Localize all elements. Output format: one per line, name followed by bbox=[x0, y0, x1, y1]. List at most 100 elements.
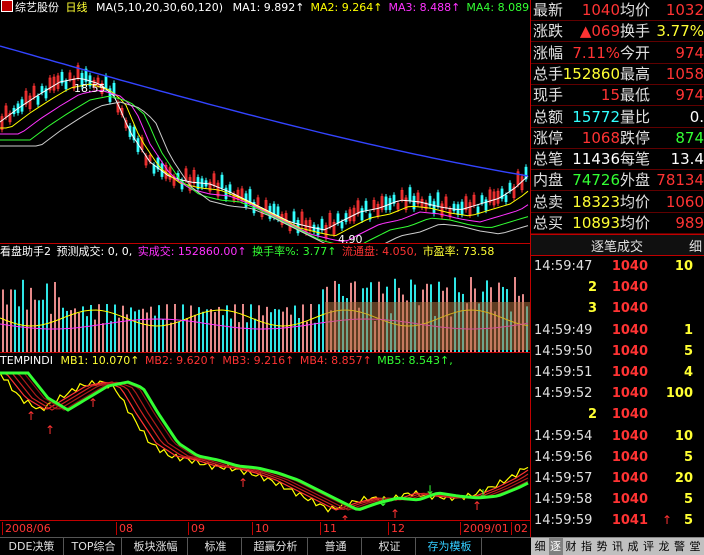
period-label[interactable]: 日线 bbox=[66, 1, 88, 14]
trade-time: 14:59:47 bbox=[534, 259, 593, 274]
ma-legend-item: MA1: 9.892↑ bbox=[232, 1, 305, 14]
date-tick-label: 08 bbox=[116, 522, 133, 535]
up-arrow-icon: ↑ bbox=[440, 354, 450, 367]
ma-line bbox=[0, 101, 529, 243]
trade-volume: 10 bbox=[674, 428, 693, 444]
volume-bar bbox=[94, 319, 96, 352]
quote-label: 量比 bbox=[620, 107, 651, 126]
bottom-tab[interactable]: 超赢分析 bbox=[244, 538, 308, 555]
trade-row[interactable]: 14:59:50 1040 5 bbox=[531, 341, 704, 362]
panel-tool-button[interactable]: 成 bbox=[626, 538, 640, 555]
quote-row: 总笔 11436 每笔 13.4 bbox=[531, 149, 704, 171]
trade-volume: 5 bbox=[683, 449, 693, 465]
volume-bar bbox=[26, 309, 28, 352]
trade-row[interactable]: 14:59:59 1041 ↑ 5 bbox=[531, 510, 704, 531]
quote-value: 1068 bbox=[581, 128, 620, 147]
panel-tool-button[interactable]: 堂 bbox=[688, 538, 702, 555]
price-pane[interactable] bbox=[0, 16, 531, 243]
trade-price: 1040 bbox=[611, 365, 648, 380]
volume-bar bbox=[286, 307, 288, 352]
volume-bar bbox=[274, 308, 276, 352]
volume-bar bbox=[166, 304, 168, 352]
up-arrow-icon: ↑ bbox=[327, 245, 337, 258]
volume-bar bbox=[202, 311, 204, 352]
candle-body bbox=[336, 213, 340, 224]
panel-tool-button[interactable]: 逐 bbox=[548, 538, 563, 555]
indicator-pane[interactable]: ↑↑↑↑↑ ↑↑↓↓ ↓ bbox=[0, 368, 531, 520]
trade-time: 14:59:50 bbox=[534, 343, 593, 359]
trade-row[interactable]: 310401 bbox=[531, 298, 704, 319]
chart-area[interactable]: 综艺股份 日线 MA(5,10,20,30,60,120) MA1: 9.892… bbox=[0, 0, 531, 537]
trade-price: 1040 bbox=[611, 301, 648, 317]
volume-bar bbox=[302, 304, 304, 352]
trade-volume: 1 bbox=[683, 322, 693, 338]
panel-tool-button[interactable]: 财 bbox=[564, 538, 578, 555]
volume-bar bbox=[290, 314, 292, 352]
trade-row[interactable]: 14:59:49 1040 1 bbox=[531, 320, 704, 341]
trade-row[interactable]: 14:59:51 1040 4 bbox=[531, 362, 704, 383]
quote-value: 1032 bbox=[665, 1, 704, 19]
panel-tool-button[interactable]: 警 bbox=[673, 538, 687, 555]
ma-legend-item: MA3: 8.488↑ bbox=[388, 1, 461, 14]
trade-price: 1040 bbox=[611, 407, 648, 423]
buy-arrow-icon: ↑ bbox=[472, 499, 482, 513]
stock-name[interactable]: 综艺股份 bbox=[15, 1, 59, 14]
quote-row: 内盘 74726 外盘 78134 bbox=[531, 170, 704, 192]
volume-bar bbox=[194, 314, 196, 352]
quote-value: 989 bbox=[675, 214, 704, 232]
bottom-tab[interactable]: TOP综合 bbox=[66, 538, 122, 555]
date-axis: 2008/06 08 09 10 11 12 2009/01 02 bbox=[0, 520, 530, 537]
bottom-tab[interactable]: 存为模板 bbox=[418, 538, 482, 555]
bottom-tab[interactable]: 权证 bbox=[364, 538, 416, 555]
sell-arrow-icon: ↓ bbox=[425, 483, 435, 497]
volume-bar bbox=[114, 304, 116, 352]
candle-body bbox=[64, 81, 68, 90]
panel-tool-button[interactable]: 龙 bbox=[657, 538, 671, 555]
date-tick-label: 11 bbox=[320, 522, 337, 535]
menu-icon[interactable] bbox=[1, 0, 13, 12]
trade-volume: 2 bbox=[587, 407, 597, 423]
panel-tool-button[interactable]: 细 bbox=[533, 538, 547, 555]
trade-row[interactable]: 14:59:52 1040 100 bbox=[531, 383, 704, 404]
panel-tool-button[interactable]: 指 bbox=[580, 538, 594, 555]
trade-row[interactable]: 210401 bbox=[531, 277, 704, 298]
volume-bar bbox=[278, 309, 280, 352]
panel-tool-button[interactable]: 讯 bbox=[611, 538, 625, 555]
mb2-value: MB2: 9.620 bbox=[144, 354, 208, 367]
bottom-tab[interactable]: 标准 bbox=[190, 538, 242, 555]
quote-value: 0. bbox=[689, 107, 704, 126]
trade-row[interactable]: 14:59:54 1040 10 bbox=[531, 426, 704, 447]
indicator-name[interactable]: TEMPINDI bbox=[0, 354, 53, 367]
mb3-value: MB3: 9.216 bbox=[222, 354, 286, 367]
trade-price: 1040 bbox=[611, 280, 648, 296]
trade-row[interactable]: 14:59:47 1040 10 bbox=[531, 256, 704, 277]
trade-price: 1040 bbox=[611, 259, 648, 274]
quote-value: 1058 bbox=[665, 64, 704, 83]
bottom-tab[interactable]: DDE决策 bbox=[0, 538, 64, 555]
panel-tool-button[interactable]: 评 bbox=[642, 538, 656, 555]
trade-row[interactable]: 14:59:57 1040 20 bbox=[531, 468, 704, 489]
quote-row: 最新 1040 均价 1032 bbox=[531, 0, 704, 21]
volume-bar bbox=[322, 289, 324, 352]
volume-bar bbox=[18, 306, 20, 352]
trades-title[interactable]: 逐笔成交 bbox=[591, 236, 643, 255]
quote-label: 最高 bbox=[620, 64, 651, 83]
trade-row[interactable]: 14:59:56 1040 5 bbox=[531, 447, 704, 468]
date-tick-label: 02 bbox=[511, 522, 528, 535]
panel-tool-button[interactable]: 势 bbox=[595, 538, 609, 555]
quote-value: 11436 bbox=[572, 150, 620, 169]
quote-value: 15772 bbox=[572, 107, 620, 126]
trade-row[interactable]: 14:59:58 1040 5 bbox=[531, 489, 704, 510]
bottom-tab[interactable]: 板块涨幅 bbox=[124, 538, 188, 555]
volume-indicator-name[interactable]: 看盘助手2 bbox=[0, 245, 51, 258]
trade-row[interactable]: 210401 bbox=[531, 404, 704, 425]
quote-value: 3.77% bbox=[656, 22, 704, 41]
ma-legend: MA1: 9.892↑ MA2: 9.264↑ MA3: 8.488↑ MA4: 8.… bbox=[227, 1, 530, 14]
bottom-tab[interactable]: 普通 bbox=[310, 538, 362, 555]
detail-button[interactable]: 细 bbox=[689, 236, 702, 255]
quote-label: 现手 bbox=[533, 86, 564, 105]
candle-body bbox=[480, 195, 484, 204]
trade-volume: 2 bbox=[587, 280, 597, 296]
quote-label: 涨跌 bbox=[533, 22, 564, 41]
quote-label: 涨幅 bbox=[533, 43, 564, 62]
